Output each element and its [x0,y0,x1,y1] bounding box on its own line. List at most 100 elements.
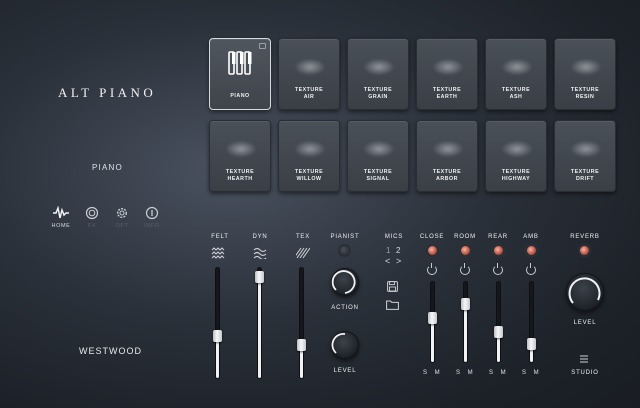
pianist-level-knob[interactable] [331,331,359,359]
preset-tile[interactable]: TEXTURE ASH [485,38,547,110]
preset-tile-label-line2: DRIFT [575,176,595,182]
preset-tile-label-line1: TEXTURE [432,87,462,93]
preset-tile[interactable]: TEXTURE ARBOR [416,120,478,192]
action-knob[interactable] [331,268,359,296]
phase-icon[interactable] [493,263,503,275]
gear-icon [116,207,128,219]
channel-led[interactable] [494,246,503,255]
hatch-icon [296,247,310,259]
nav-info[interactable]: INFO [139,206,165,229]
channel-slider-thumb[interactable] [494,325,503,338]
preset-tile[interactable]: TEXTURE HEARTH [209,120,271,192]
menu-icon[interactable] [579,355,589,363]
preset-tile-label-line2: EARTH [436,94,458,100]
felt-slider-thumb[interactable] [213,330,222,343]
preset-tile[interactable]: TEXTURE WILLOW [278,120,340,192]
nav-fx[interactable]: FX [79,206,105,229]
preset-tile-label-line2: ASH [509,94,523,100]
texture-thumbnail [364,141,394,157]
preset-tile[interactable]: TEXTURE RESIN [554,38,616,110]
preset-tile-label: TEXTURE HIGHWAY [486,169,546,183]
reverb-label: REVERB [570,234,600,240]
dyn-label: DYN [252,234,268,240]
channel-slider-thumb[interactable] [461,298,470,311]
preset-tile[interactable]: TEXTURE GRAIN [347,38,409,110]
phase-icon[interactable] [526,263,536,275]
texture-thumbnail [502,141,532,157]
pianist-led[interactable] [340,246,349,255]
reverb-led[interactable] [580,246,589,255]
preset-tile-label-line1: PIANO [230,93,250,99]
mic-next-button[interactable]: > [396,256,401,266]
preset-tile-label-line2: RESIN [575,94,595,100]
phase-icon[interactable] [460,263,470,275]
tex-slider[interactable] [297,268,306,378]
felt-slider[interactable] [213,268,222,378]
nav-opt[interactable]: OPT [109,206,135,229]
mic-page-1[interactable]: 1 [386,246,390,255]
tex-slider-thumb[interactable] [297,339,306,351]
channel-slider[interactable] [461,282,470,362]
nav-fx-label: FX [87,223,97,229]
preset-tile-label: TEXTURE SIGNAL [348,169,408,183]
channel-slider-thumb[interactable] [428,312,437,324]
texture-thumbnail [502,59,532,75]
texture-thumbnail [433,59,463,75]
preset-tile-label-line2: GRAIN [368,94,388,100]
solo-mute-buttons[interactable]: S M [456,370,476,376]
preset-tile[interactable]: TEXTURE HIGHWAY [485,120,547,192]
preset-tile-label: TEXTURE WILLOW [279,169,339,183]
nav-home[interactable]: HOME [48,206,74,229]
preset-tile-label-line1: TEXTURE [570,87,600,93]
piano-keys-icon [228,51,252,75]
nav-info-label: INFO [144,223,160,229]
reverb-level-label: LEVEL [573,320,597,326]
preset-tile-label: TEXTURE DRIFT [555,169,615,183]
preset-tile-label-line2: ARBOR [436,176,458,182]
waves-icon [253,247,267,259]
preset-tile-label-line2: WILLOW [296,176,322,182]
preset-tile-label-line2: SIGNAL [366,176,390,182]
channel-slider-thumb[interactable] [527,338,536,351]
phase-icon[interactable] [427,263,437,275]
preset-tile[interactable]: TEXTURE DRIFT [554,120,616,192]
solo-mute-buttons[interactable]: S M [489,370,509,376]
channel-slider[interactable] [527,282,536,362]
preset-tile-label-line1: TEXTURE [363,169,393,175]
texture-thumbnail [433,141,463,157]
preset-tile-label: TEXTURE AIR [279,87,339,101]
channel-led[interactable] [527,246,536,255]
action-knob-arc [331,270,356,294]
preset-tile-label-line1: TEXTURE [432,169,462,175]
solo-mute-buttons[interactable]: S M [423,370,443,376]
texture-thumbnail [571,141,601,157]
reverb-level-knob[interactable] [566,273,604,311]
preset-tile-label-line2: HIGHWAY [501,176,531,182]
preset-tile-label: TEXTURE ARBOR [417,169,477,183]
channel-label: REAR [488,234,508,240]
dyn-slider[interactable] [255,268,264,378]
save-icon[interactable] [387,281,398,292]
preset-tile-label-line1: TEXTURE [501,87,531,93]
channel-slider[interactable] [428,282,437,362]
preset-tile[interactable]: TEXTURE AIR [278,38,340,110]
preset-tile-label: TEXTURE GRAIN [348,87,408,101]
reverb-level-knob-arc [568,277,601,304]
channel-led[interactable] [428,246,437,255]
solo-mute-buttons[interactable]: S M [522,370,542,376]
preset-tile[interactable]: TEXTURE SIGNAL [347,120,409,192]
preset-tile[interactable]: PIANO [209,38,271,110]
texture-thumbnail [295,141,325,157]
mic-prev-button[interactable]: < [385,256,390,266]
dyn-slider-thumb[interactable] [255,270,264,283]
studio-label: STUDIO [571,370,599,376]
info-icon [145,206,159,220]
channel-slider[interactable] [494,282,503,362]
channel-led[interactable] [461,246,470,255]
mic-page-2[interactable]: 2 [396,246,400,255]
preset-tile[interactable]: TEXTURE EARTH [416,38,478,110]
texture-thumbnail [571,59,601,75]
folder-icon[interactable] [386,299,399,310]
channel-label: CLOSE [419,234,445,240]
felt-label: FELT [211,234,229,240]
